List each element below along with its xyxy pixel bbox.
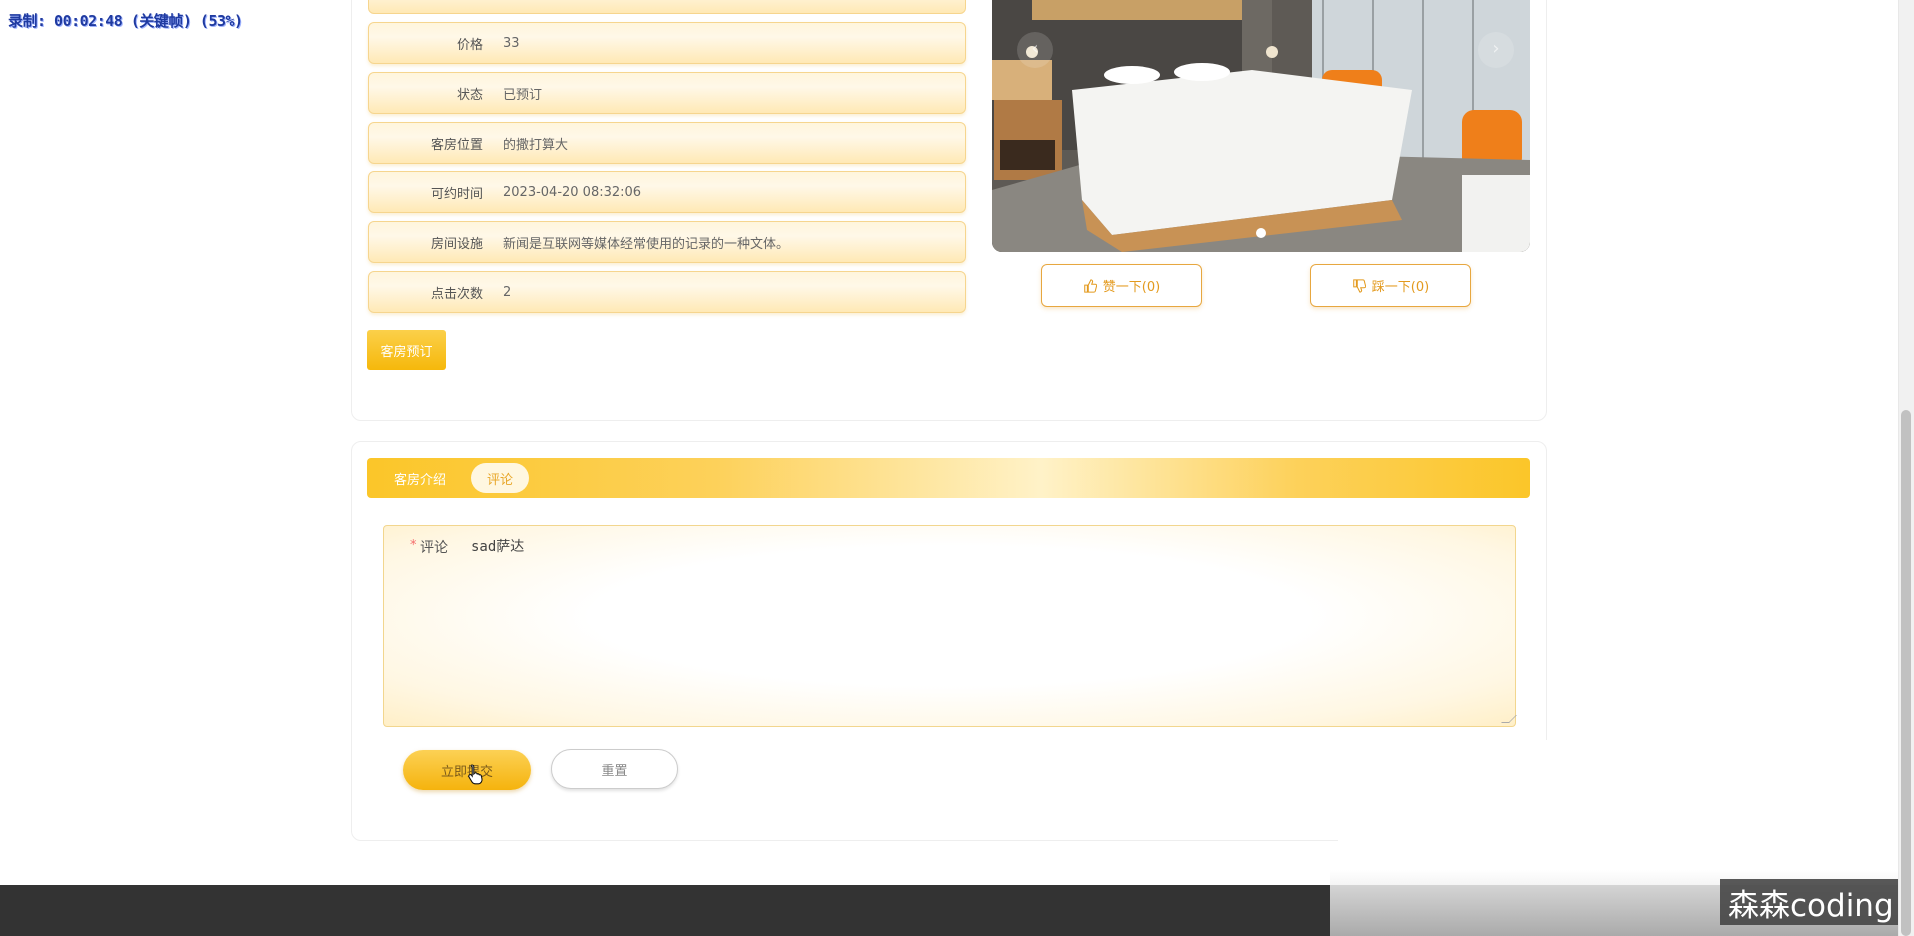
watermark: 森森coding bbox=[1720, 879, 1900, 925]
field-value: 的撒打算大 bbox=[503, 137, 569, 153]
tab-bar: 客房介绍 评论 bbox=[367, 458, 1530, 498]
field-row-partial bbox=[368, 0, 966, 14]
comment-label: 评论 bbox=[420, 540, 448, 556]
field-label: 房间设施 bbox=[430, 236, 483, 252]
dislike-label: 踩一下(0) bbox=[1371, 280, 1430, 295]
field-value: 33 bbox=[503, 35, 520, 51]
video-overlay-area bbox=[1338, 740, 1914, 880]
hand-cursor-icon bbox=[468, 764, 483, 785]
field-label: 可约时间 bbox=[430, 186, 483, 202]
required-mark: * bbox=[410, 538, 417, 553]
room-photo bbox=[992, 0, 1530, 252]
carousel-prev-button[interactable]: ‹ bbox=[1017, 32, 1053, 68]
like-button[interactable]: 赞一下(0) bbox=[1041, 264, 1202, 307]
comment-textarea[interactable] bbox=[383, 525, 1516, 727]
field-value: 新闻是互联网等媒体经常使用的记录的一种文体。 bbox=[503, 236, 790, 252]
chevron-right-icon: › bbox=[1492, 38, 1500, 59]
page: 录制: 00:02:48 (关键帧) (53%) 价格 33 状态 已预订 客房… bbox=[0, 0, 1914, 936]
field-value: 已预订 bbox=[503, 87, 543, 103]
reset-button[interactable]: 重置 bbox=[551, 749, 678, 789]
field-value: 2 bbox=[503, 284, 512, 300]
chevron-left-icon: ‹ bbox=[1031, 38, 1039, 59]
tab-comment[interactable]: 评论 bbox=[471, 463, 529, 493]
field-label: 状态 bbox=[456, 87, 483, 103]
field-value: 2023-04-20 08:32:06 bbox=[503, 184, 642, 200]
field-row-available-time: 可约时间 2023-04-20 08:32:06 bbox=[368, 171, 966, 213]
book-room-button[interactable]: 客房预订 bbox=[367, 330, 446, 370]
field-row-facilities: 房间设施 新闻是互联网等媒体经常使用的记录的一种文体。 bbox=[368, 221, 966, 263]
like-label: 赞一下(0) bbox=[1102, 280, 1161, 295]
thumbs-down-icon bbox=[1353, 278, 1366, 293]
recording-overlay: 录制: 00:02:48 (关键帧) (53%) bbox=[8, 12, 243, 30]
tab-room-intro[interactable]: 客房介绍 bbox=[385, 463, 455, 493]
field-row-status: 状态 已预订 bbox=[368, 72, 966, 114]
thumbs-up-icon bbox=[1084, 278, 1097, 293]
field-label: 点击次数 bbox=[430, 286, 483, 302]
scrollbar-thumb[interactable] bbox=[1901, 410, 1911, 936]
carousel-indicator[interactable] bbox=[1256, 228, 1266, 238]
field-label: 客房位置 bbox=[430, 137, 483, 153]
comment-value: sad萨达 bbox=[471, 539, 525, 555]
field-row-price: 价格 33 bbox=[368, 22, 966, 64]
dislike-button[interactable]: 踩一下(0) bbox=[1310, 264, 1471, 307]
carousel-next-button[interactable]: › bbox=[1478, 32, 1514, 68]
field-label: 价格 bbox=[456, 37, 483, 53]
room-photo-image bbox=[992, 0, 1530, 252]
field-row-location: 客房位置 的撒打算大 bbox=[368, 122, 966, 164]
field-row-click-count: 点击次数 2 bbox=[368, 271, 966, 313]
